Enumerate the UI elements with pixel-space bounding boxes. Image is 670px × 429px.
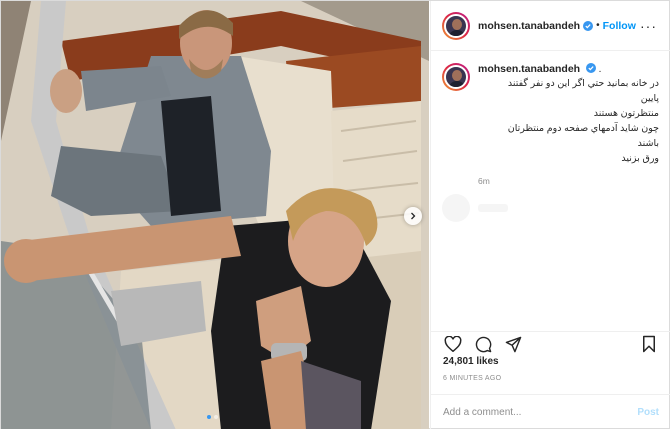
instagram-post: mohsen.tanabandeh • Follow ··· mohsen.ta… [0,0,670,429]
carousel-next-button[interactable] [404,207,422,225]
post-actions [431,331,670,353]
post-caption: mohsen.tanabandeh . در خانه بمانيد حتي ا… [442,63,659,186]
heart-icon[interactable] [443,334,463,354]
verified-badge-icon [583,20,594,31]
caption-line: در خانه بمانيد حتي اگر اين دو نفر گفتند [507,78,659,89]
header-username[interactable]: mohsen.tanabandeh [478,20,580,32]
photo-illustration [1,1,429,429]
avatar[interactable] [442,11,470,40]
caption-line: پايين [640,93,659,104]
caption-line: باشند [637,138,659,149]
comment-icon[interactable] [473,334,493,354]
post-side-panel: mohsen.tanabandeh • Follow ··· mohsen.ta… [430,1,670,429]
caption-line: چون شايد آدمهاي صفحه دوم منتظرتان [507,123,659,134]
more-options-icon[interactable]: ··· [640,19,657,33]
follow-button[interactable]: Follow [603,20,636,32]
carousel-dot-2 [214,415,218,419]
caption-line: ورق بزنيد [621,153,659,164]
caption-text: در خانه بمانيد حتي اگر اين دو نفر گفتند … [478,76,659,166]
chevron-right-icon [411,212,416,220]
post-header: mohsen.tanabandeh • Follow ··· [431,1,670,51]
verified-badge-icon [585,63,596,73]
add-comment-bar: Post [431,394,670,429]
caption-line: منتظرتون هستند [593,108,659,119]
post-photo[interactable] [1,1,429,429]
share-icon[interactable] [503,334,523,354]
caption-username[interactable]: mohsen.tanabandeh [478,63,580,75]
loading-comment-placeholder [442,193,659,223]
header-separator: • [596,20,600,31]
caption-avatar[interactable] [442,63,470,91]
likes-count[interactable]: 24,801 likes [443,356,499,367]
bookmark-icon[interactable] [639,334,659,354]
post-comment-button[interactable]: Post [637,407,659,418]
comment-input[interactable] [443,407,638,418]
caption-timestamp[interactable]: 6m [478,176,659,186]
carousel-dot-1 [207,415,211,419]
carousel-indicator [207,415,218,419]
post-timestamp[interactable]: 6 MINUTES AGO [443,375,501,382]
